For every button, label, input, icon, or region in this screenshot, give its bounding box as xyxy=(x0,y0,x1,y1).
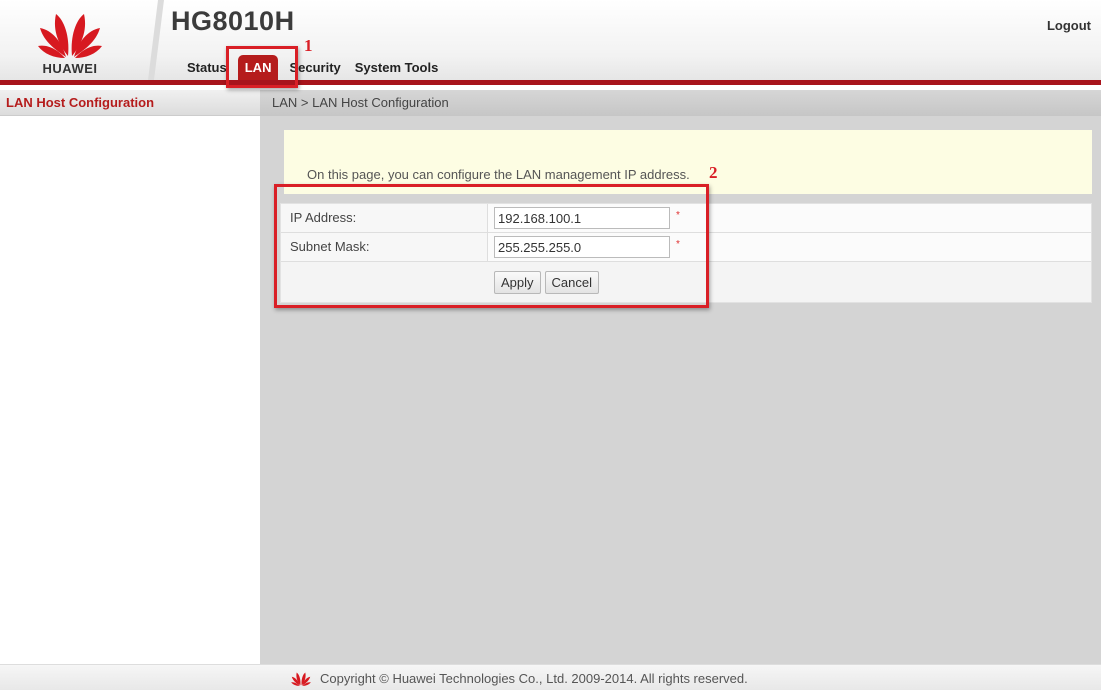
main-nav: Status LAN Security System Tools xyxy=(180,55,445,80)
huawei-petals-icon xyxy=(38,14,102,58)
info-text: On this page, you can configure the LAN … xyxy=(307,167,690,182)
breadcrumb: LAN > LAN Host Configuration xyxy=(272,95,449,110)
header-divider xyxy=(148,0,164,80)
tab-system-tools[interactable]: System Tools xyxy=(348,60,446,80)
sidebar-item-lan-host-configuration[interactable]: LAN Host Configuration xyxy=(6,95,154,110)
footer: Copyright © Huawei Technologies Co., Ltd… xyxy=(0,664,1101,690)
annotation-step-1: 1 xyxy=(304,36,313,55)
brand-name: HUAWEI xyxy=(42,61,98,76)
breadcrumb-bar: LAN > LAN Host Configuration xyxy=(260,90,1101,116)
header-accent-bar xyxy=(0,80,1101,85)
huawei-small-logo-icon xyxy=(291,672,311,686)
sidebar xyxy=(0,116,260,664)
model-title: HG8010H xyxy=(171,6,295,36)
annotation-box-form xyxy=(274,184,709,308)
header: HUAWEI HG8010H Logout Status LAN Securit… xyxy=(0,0,1101,80)
copyright-text: Copyright © Huawei Technologies Co., Ltd… xyxy=(320,670,748,686)
sidebar-header: LAN Host Configuration xyxy=(0,90,260,116)
huawei-logo: HUAWEI xyxy=(20,6,130,78)
annotation-step-2: 2 xyxy=(709,163,718,182)
annotation-box-lan-tab xyxy=(226,46,298,88)
logout-link[interactable]: Logout xyxy=(1047,18,1091,33)
